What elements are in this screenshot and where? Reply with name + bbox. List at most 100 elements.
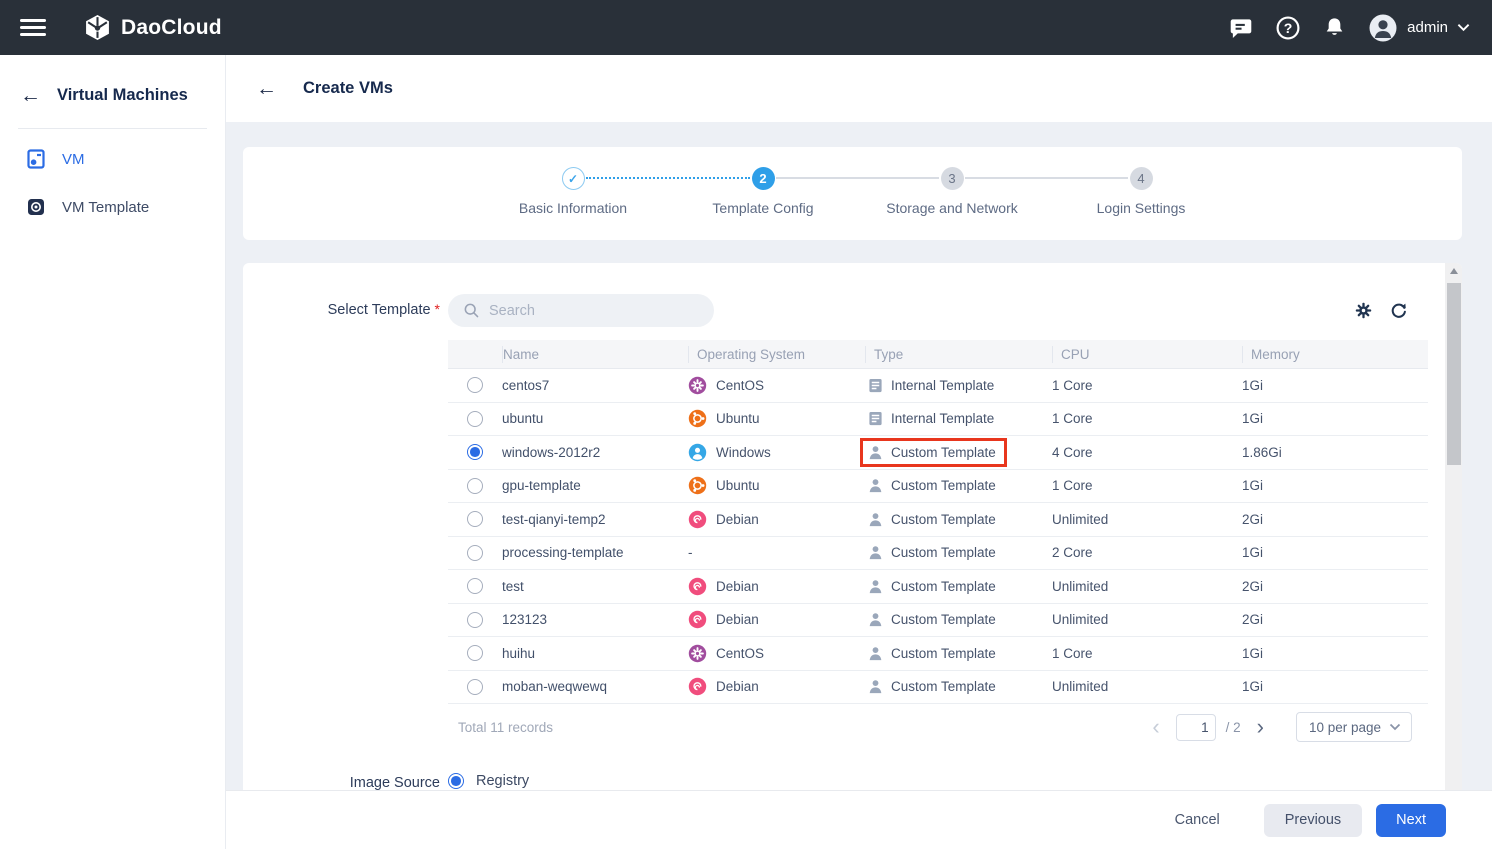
memory-value: 1Gi (1242, 545, 1428, 560)
os-cell: Windows (688, 443, 865, 462)
scrollbar-thumb[interactable] (1447, 283, 1461, 465)
table-row[interactable]: test-qianyi-temp2DebianCustom TemplateUn… (448, 503, 1428, 537)
os-cell: Debian (688, 510, 865, 529)
template-table-body: centos7CentOSInternal Template1 Core1Giu… (448, 369, 1428, 704)
pagination: Total 11 records ‹ / 2 › 10 per page (448, 704, 1428, 750)
row-radio[interactable] (467, 612, 483, 628)
table-row[interactable]: windows-2012r2WindowsCustom Template4 Co… (448, 436, 1428, 470)
os-name: CentOS (716, 646, 764, 661)
memory-value: 1Gi (1242, 411, 1428, 426)
step-label: Basic Information (473, 200, 673, 216)
bell-icon[interactable] (1321, 14, 1348, 41)
scroll-up-icon[interactable] (1445, 263, 1462, 278)
refresh-icon[interactable] (1388, 300, 1409, 321)
os-cell: Debian (688, 677, 865, 696)
type-cell: Custom Template (865, 572, 1052, 601)
type-label: Custom Template (891, 478, 996, 493)
row-radio[interactable] (467, 411, 483, 427)
table-row[interactable]: centos7CentOSInternal Template1 Core1Gi (448, 369, 1428, 403)
menu-icon[interactable] (20, 14, 46, 40)
type-label: Internal Template (891, 411, 994, 426)
table-row[interactable]: processing-template-Custom Template2 Cor… (448, 537, 1428, 571)
template-config-panel: Select Template* (243, 263, 1462, 803)
template-name: moban-weqwewq (502, 679, 688, 694)
table-row[interactable]: 123123DebianCustom TemplateUnlimited2Gi (448, 604, 1428, 638)
row-radio[interactable] (467, 545, 483, 561)
row-radio[interactable] (467, 679, 483, 695)
column-os: Operating System (688, 346, 865, 363)
column-type: Type (865, 346, 1052, 363)
memory-value: 2Gi (1242, 612, 1428, 627)
type-label: Custom Template (891, 512, 996, 527)
username: admin (1407, 19, 1448, 36)
type-label: Custom Template (891, 646, 996, 661)
message-icon[interactable] (1227, 14, 1254, 41)
sidebar-item-label: VM Template (62, 199, 149, 216)
gear-icon[interactable] (1353, 300, 1374, 321)
row-radio[interactable] (467, 578, 483, 594)
type-label: Custom Template (891, 445, 996, 460)
brand[interactable]: DaoCloud (84, 14, 222, 41)
user-menu[interactable]: admin (1368, 13, 1470, 43)
os-name: CentOS (716, 378, 764, 393)
type-label: Custom Template (891, 612, 996, 627)
previous-button[interactable]: Previous (1264, 804, 1362, 837)
page-size-select[interactable]: 10 per page (1296, 712, 1412, 742)
template-name: ubuntu (502, 411, 688, 426)
panel-scrollbar[interactable] (1445, 263, 1462, 803)
step-label: Storage and Network (852, 200, 1052, 216)
next-page-icon[interactable]: › (1251, 716, 1270, 738)
registry-radio[interactable] (448, 773, 464, 789)
sidebar-item-label: VM (62, 151, 85, 168)
os-cell: Debian (688, 577, 865, 596)
table-row[interactable]: testDebianCustom TemplateUnlimited2Gi (448, 570, 1428, 604)
template-name: test-qianyi-temp2 (502, 512, 688, 527)
page-number-input[interactable] (1176, 714, 1216, 741)
table-row[interactable]: huihuCentOSCustom Template1 Core1Gi (448, 637, 1428, 671)
cpu-value: 1 Core (1052, 411, 1242, 426)
type-cell: Custom Template (865, 672, 1052, 701)
os-name: Debian (716, 612, 759, 627)
next-button[interactable]: Next (1376, 804, 1446, 837)
type-badge: Custom Template (860, 572, 1007, 601)
table-row[interactable]: ubuntu Ubuntu Internal Template 1 Core1Gi (448, 403, 1428, 437)
cancel-button[interactable]: Cancel (1157, 804, 1238, 837)
type-cell: Custom Template (865, 471, 1052, 500)
type-cell: Custom Template (865, 639, 1052, 668)
help-icon[interactable]: ? (1274, 14, 1301, 41)
column-name: Name (502, 346, 688, 363)
type-badge: Custom Template (860, 538, 1007, 567)
user-icon (868, 545, 883, 560)
sidebar-item-vm-template[interactable]: VM Template (0, 183, 225, 231)
os-name: - (688, 545, 693, 560)
memory-value: 2Gi (1242, 579, 1428, 594)
step-number: 3 (941, 167, 964, 190)
sidebar-back-icon[interactable]: ← (20, 85, 41, 106)
type-label: Custom Template (891, 579, 996, 594)
stepper: ✓ Basic Information 2 Template Config 3 … (243, 147, 1462, 240)
search-input[interactable] (489, 303, 689, 319)
total-records: Total 11 records (448, 720, 553, 735)
registry-label: Registry (476, 773, 529, 789)
debian-icon (688, 510, 707, 529)
search-box[interactable] (448, 294, 714, 327)
table-row[interactable]: gpu-templateUbuntuCustom Template1 Core1… (448, 470, 1428, 504)
row-radio[interactable] (467, 511, 483, 527)
step-basic-information: ✓ Basic Information (473, 167, 673, 216)
back-icon[interactable]: ← (256, 77, 277, 101)
row-radio[interactable] (467, 645, 483, 661)
sidebar-title: Virtual Machines (57, 86, 188, 105)
os-name: Debian (716, 512, 759, 527)
row-radio[interactable] (467, 377, 483, 393)
os-name: Ubuntu (716, 411, 760, 426)
column-cpu: CPU (1052, 346, 1242, 363)
row-radio[interactable] (467, 444, 483, 460)
column-select (448, 346, 502, 363)
prev-page-icon[interactable]: ‹ (1146, 716, 1165, 738)
row-radio[interactable] (467, 478, 483, 494)
footer-actions: Cancel Previous Next (226, 790, 1492, 849)
memory-value: 1Gi (1242, 478, 1428, 493)
type-cell: Custom Template (865, 438, 1052, 467)
sidebar-item-vm[interactable]: VM (0, 135, 225, 183)
table-row[interactable]: moban-weqwewqDebianCustom TemplateUnlimi… (448, 671, 1428, 705)
